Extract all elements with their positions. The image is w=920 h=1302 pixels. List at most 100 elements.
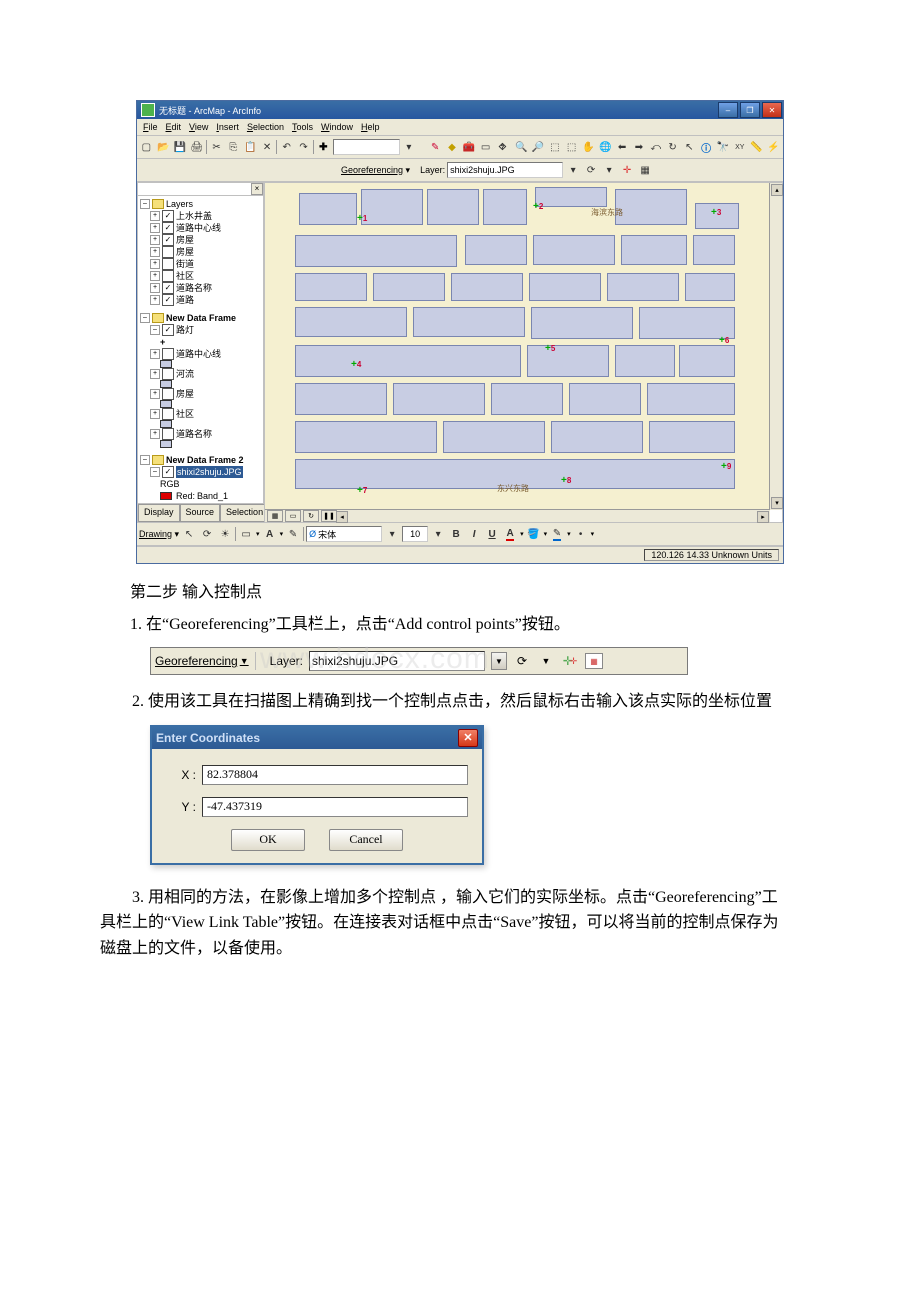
georef-menu-btn[interactable]: Georeferencing▼	[155, 654, 249, 668]
whatsthis-icon[interactable]: ⯑	[495, 139, 510, 155]
print-icon[interactable]: 🖨	[189, 139, 204, 155]
scrollbar-horizontal[interactable]: ▦ ▭ ↻ ❚❚ ◂ ▸	[265, 509, 770, 522]
font-dd-icon[interactable]: ▾	[384, 526, 400, 542]
redo-icon[interactable]: ↷	[296, 139, 311, 155]
line-color-icon[interactable]: ✎	[549, 526, 565, 542]
add-control-points-icon[interactable]: ✛	[619, 162, 635, 178]
close-button[interactable]: ✕	[762, 102, 782, 118]
ok-button[interactable]: OK	[231, 829, 305, 851]
expand-icon[interactable]: +	[150, 223, 160, 233]
arctoolbox-icon[interactable]: 🧰	[461, 139, 476, 155]
expand-icon[interactable]: +	[150, 295, 160, 305]
toc-layer-label[interactable]: 房屋	[176, 388, 194, 400]
bold-icon[interactable]: B	[448, 526, 464, 542]
expand-icon[interactable]: +	[150, 247, 160, 257]
font-size-select[interactable]: 10	[402, 526, 428, 542]
toc-layer-label[interactable]: 河流	[176, 368, 194, 380]
refresh-view-icon[interactable]: ↻	[303, 510, 319, 522]
add-control-points-icon[interactable]: ✛✛	[561, 652, 579, 670]
rotate-element-icon[interactable]: ⟳	[199, 526, 215, 542]
map-viewport[interactable]: +1 +2 +3 +4 +5 +6 +7 +8 +9 海滨东路 东兴东路 ▴▾ …	[264, 182, 783, 523]
menu-window[interactable]: Window	[321, 122, 353, 132]
toc-layer-label[interactable]: 路灯	[176, 324, 194, 336]
text-icon[interactable]: A	[262, 526, 278, 542]
open-icon[interactable]: 📂	[156, 139, 171, 155]
expand-icon[interactable]: –	[150, 325, 160, 335]
layer-select[interactable]: shixi2shuju.JPG	[309, 651, 485, 671]
georef-menu[interactable]: Georeferencing ▾	[341, 165, 410, 176]
fixed-zoom-in-icon[interactable]: ⬚	[547, 139, 562, 155]
toc-layer-label[interactable]: 道路中心线	[176, 348, 221, 360]
forward-icon[interactable]: ➡	[632, 139, 647, 155]
toc-layer-label[interactable]: 道路	[176, 294, 194, 306]
y-input[interactable]	[202, 797, 468, 817]
df2-name[interactable]: New Data Frame	[166, 312, 236, 324]
dialog-close-icon[interactable]: ✕	[458, 729, 478, 747]
toc-layer-label[interactable]: 房屋	[176, 234, 194, 246]
layer-checkbox[interactable]: ✓	[162, 282, 174, 294]
font-select[interactable]: Ø宋体	[306, 526, 382, 542]
toc-layer-label[interactable]: 社区	[176, 408, 194, 420]
x-input[interactable]	[202, 765, 468, 785]
tab-display[interactable]: Display	[138, 504, 180, 522]
hyperlink-icon[interactable]: ⚡	[766, 139, 781, 155]
add-data-icon[interactable]: ✚	[316, 139, 331, 155]
toc-layer-label[interactable]: 道路中心线	[176, 222, 221, 234]
layer-checkbox[interactable]: ✓	[162, 466, 174, 478]
underline-icon[interactable]: U	[484, 526, 500, 542]
copy-icon[interactable]: ⎘	[226, 139, 241, 155]
pan-icon[interactable]: ✋	[581, 139, 596, 155]
rotate-icon[interactable]: ⟳	[583, 162, 599, 178]
cut-icon[interactable]: ✂	[209, 139, 224, 155]
expand-icon[interactable]: +	[150, 349, 160, 359]
layer-checkbox[interactable]	[162, 408, 174, 420]
arccatalog-icon[interactable]: ◆	[445, 139, 460, 155]
back-icon[interactable]: ⬅	[615, 139, 630, 155]
rotate-dd-icon[interactable]: ▾	[601, 162, 617, 178]
layer-checkbox[interactable]: ✓	[162, 234, 174, 246]
layer-checkbox[interactable]	[162, 258, 174, 270]
layer-checkbox[interactable]	[162, 428, 174, 440]
layer-checkbox[interactable]	[162, 348, 174, 360]
prev-icon[interactable]: ⤺	[648, 139, 663, 155]
menu-insert[interactable]: Insert	[216, 122, 239, 132]
toc-layer-label[interactable]: 房屋	[176, 246, 194, 258]
df3-name[interactable]: New Data Frame 2	[166, 454, 244, 466]
expand-icon[interactable]: +	[150, 409, 160, 419]
edit-vertices-icon[interactable]: ✎	[285, 526, 301, 542]
fixed-zoom-out-icon[interactable]: ⬚	[564, 139, 579, 155]
layer-checkbox[interactable]: ✓	[162, 324, 174, 336]
expand-icon[interactable]: +	[150, 369, 160, 379]
font-size-dd-icon[interactable]: ▾	[430, 526, 446, 542]
data-view-tab[interactable]: ▦	[267, 510, 283, 522]
scale-dd-icon[interactable]: ▾	[402, 139, 417, 155]
rect-icon[interactable]: ▭	[238, 526, 254, 542]
new-icon[interactable]: ▢	[139, 139, 154, 155]
expand-icon[interactable]: +	[150, 271, 160, 281]
menu-help[interactable]: Help	[361, 122, 380, 132]
layer-checkbox[interactable]	[162, 368, 174, 380]
expand-icon[interactable]: –	[140, 455, 150, 465]
save-icon[interactable]: 💾	[173, 139, 188, 155]
expand-icon[interactable]: –	[140, 199, 150, 209]
expand-icon[interactable]: +	[150, 429, 160, 439]
tab-selection[interactable]: Selection	[220, 504, 269, 522]
view-link-table-icon[interactable]: ▦	[637, 162, 653, 178]
paste-icon[interactable]: 📋	[243, 139, 258, 155]
maximize-button[interactable]: ❐	[740, 102, 760, 118]
select-elements-icon[interactable]: ↖	[181, 526, 197, 542]
rotate-dd-icon[interactable]: ▼	[537, 652, 555, 670]
layer-checkbox[interactable]	[162, 246, 174, 258]
refresh-icon[interactable]: ↻	[665, 139, 680, 155]
layer-combo[interactable]: shixi2shuju.JPG	[447, 162, 563, 178]
layer-checkbox[interactable]: ✓	[162, 222, 174, 234]
expand-icon[interactable]: +	[150, 235, 160, 245]
drawing-menu[interactable]: Drawing ▾	[139, 529, 179, 540]
menu-edit[interactable]: Edit	[166, 122, 182, 132]
layer-dd-icon[interactable]: ▾	[565, 162, 581, 178]
editor-icon[interactable]: ✎	[428, 139, 443, 155]
toc-layer-label[interactable]: 道路名称	[176, 428, 212, 440]
delete-icon[interactable]: ✕	[260, 139, 275, 155]
full-extent-icon[interactable]: 🌐	[598, 139, 613, 155]
menu-view[interactable]: View	[189, 122, 208, 132]
